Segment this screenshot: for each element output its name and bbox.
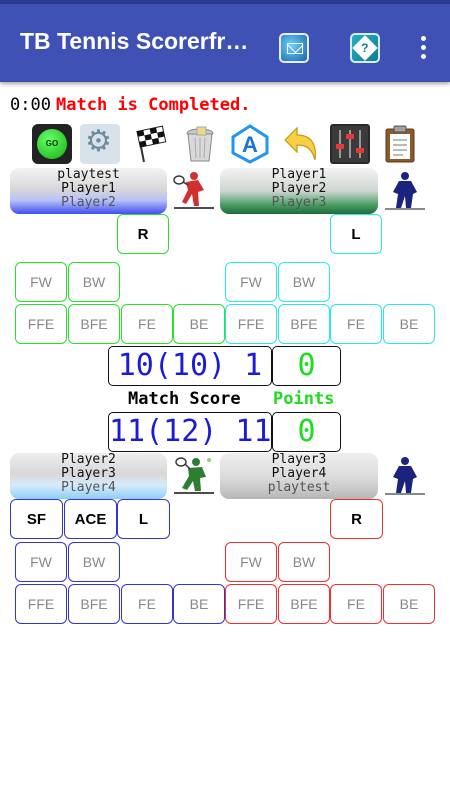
match-status-text: Match is Completed. [56,95,251,115]
player-name: playtest [267,480,331,495]
right-button[interactable]: R [330,499,383,539]
mail-icon[interactable] [279,33,309,63]
player-selector-top-left[interactable]: playtest Player1 Player2 [10,168,167,214]
go-button[interactable]: GO [32,124,72,164]
fe-button[interactable]: FE [330,584,382,624]
bfe-button[interactable]: BFE [278,304,330,344]
player-name: playtest [57,168,120,182]
player-selector-bottom-left[interactable]: Player2 Player3 Player4 [10,453,167,499]
player-selector-bottom-right[interactable]: Player3 Player4 playtest [220,453,378,499]
settings-icon[interactable]: ⚙ [80,124,120,164]
serve-fault-button[interactable]: SF [10,499,63,539]
clipboard-icon[interactable] [380,124,420,164]
go-label: GO [37,129,67,159]
ffe-button[interactable]: FFE [225,304,277,344]
mixer-icon[interactable] [330,124,370,164]
player-name: Player3 [271,453,327,467]
forehand-winner-button[interactable]: FW [15,542,67,582]
blue-player-icon [383,170,427,210]
fe-button[interactable]: FE [330,304,382,344]
left-button[interactable]: L [330,214,382,254]
player-selector-top-right[interactable]: Player1 Player2 Player3 [220,168,378,214]
be-button[interactable]: BE [383,304,435,344]
bfe-button[interactable]: BFE [278,584,330,624]
backhand-winner-button[interactable]: BW [278,542,330,582]
player-name: Player2 [61,195,116,210]
team-top-score: 10(10) 1 [108,346,272,386]
undo-icon[interactable] [281,124,321,164]
be-button[interactable]: BE [173,304,225,344]
fe-button[interactable]: FE [121,584,173,624]
team-top-points: 0 [272,346,341,386]
fe-button[interactable]: FE [121,304,173,344]
red-player-icon [172,170,216,210]
font-icon-label: A [242,132,258,157]
player-name: Player1 [271,168,327,182]
bfe-button[interactable]: BFE [68,584,120,624]
green-player-icon [172,455,216,495]
left-button[interactable]: L [117,499,170,539]
help-icon[interactable]: ? [350,33,380,63]
checkered-flag-icon[interactable] [130,124,170,164]
ffe-button[interactable]: FFE [15,584,67,624]
player-name: Player3 [61,466,116,481]
right-button[interactable]: R [117,214,169,254]
trash-icon[interactable] [180,124,220,164]
forehand-winner-button[interactable]: FW [15,262,67,302]
match-timer: 0:00 [10,95,51,115]
ffe-button[interactable]: FFE [225,584,277,624]
be-button[interactable]: BE [383,584,435,624]
blue-player-icon [383,455,427,495]
forehand-winner-button[interactable]: FW [225,542,277,582]
team-bottom-points: 0 [272,412,341,452]
points-label: Points [273,389,335,409]
app-title: TB Tennis Scorerfr… [20,28,249,54]
bfe-button[interactable]: BFE [68,304,120,344]
be-button[interactable]: BE [173,584,225,624]
team-bottom-score: 11(12) 11 [108,412,272,452]
player-name: Player3 [271,195,327,210]
backhand-winner-button[interactable]: BW [278,262,330,302]
match-score-label: Match Score [128,389,241,409]
ace-button[interactable]: ACE [64,499,117,539]
backhand-winner-button[interactable]: BW [68,542,120,582]
font-icon[interactable]: A [230,124,270,164]
player-name: Player4 [271,466,327,481]
player-name: Player2 [271,181,327,196]
ffe-button[interactable]: FFE [15,304,67,344]
player-name: Player1 [61,181,116,196]
player-name: Player4 [61,480,116,495]
player-name: Player2 [61,453,116,467]
forehand-winner-button[interactable]: FW [225,262,277,302]
backhand-winner-button[interactable]: BW [68,262,120,302]
more-vert-icon[interactable] [413,33,433,63]
